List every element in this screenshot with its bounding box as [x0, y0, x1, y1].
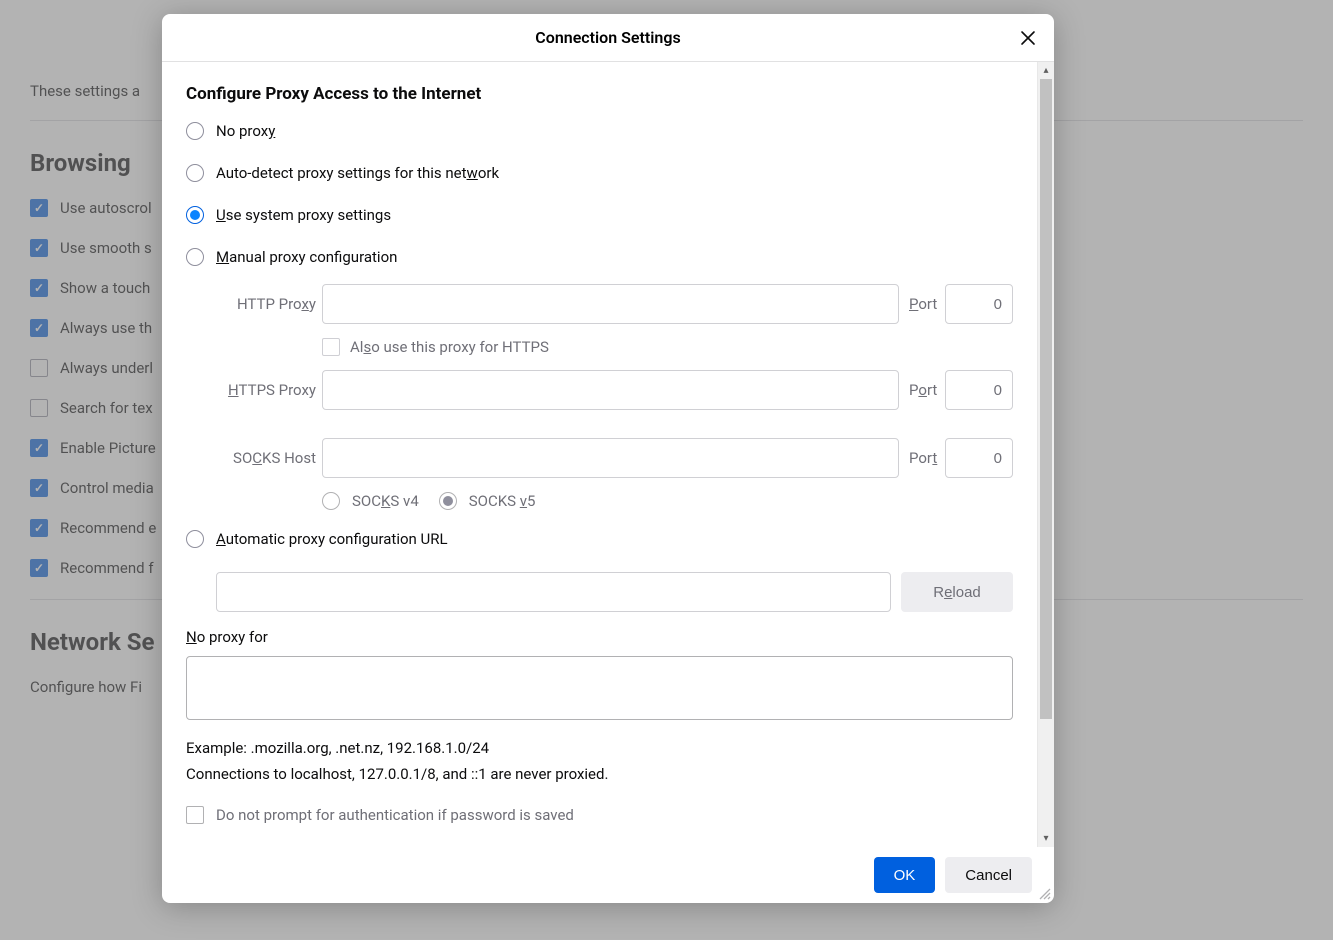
no-proxy-for-textarea[interactable]	[186, 656, 1013, 720]
radio-label: Auto-detect proxy settings for this netw…	[216, 164, 499, 182]
socks-port-label: Port	[905, 449, 939, 467]
vertical-scrollbar[interactable]: ▴ ▾	[1037, 62, 1054, 847]
scrollbar-thumb[interactable]	[1040, 79, 1052, 719]
scroll-down-arrow-icon[interactable]: ▾	[1038, 830, 1054, 847]
radio-icon	[186, 206, 204, 224]
do-not-prompt-label: Do not prompt for authentication if pass…	[216, 806, 574, 824]
manual-proxy-group: HTTP Proxy Port Also use this proxy for …	[216, 284, 1013, 510]
reload-button[interactable]: Reload	[901, 572, 1013, 612]
close-button[interactable]	[1014, 24, 1042, 52]
dialog-footer: OK Cancel	[162, 847, 1054, 903]
never-proxied-line: Connections to localhost, 127.0.0.1/8, a…	[186, 762, 1013, 788]
auto-config-url-input[interactable]	[216, 572, 891, 612]
section-heading: Configure Proxy Access to the Internet	[186, 84, 1013, 104]
http-proxy-row: HTTP Proxy Port	[216, 284, 1013, 324]
radio-icon	[186, 122, 204, 140]
radio-icon	[186, 530, 204, 548]
radio-no-proxy[interactable]: No proxy	[186, 122, 1013, 140]
scroll-up-arrow-icon[interactable]: ▴	[1038, 62, 1054, 79]
http-port-input[interactable]	[945, 284, 1013, 324]
radio-auto-detect[interactable]: Auto-detect proxy settings for this netw…	[186, 164, 1013, 182]
radio-icon	[186, 164, 204, 182]
dialog-header: Connection Settings	[162, 14, 1054, 62]
radio-socks-v4[interactable]: SOCKS v4	[322, 492, 419, 510]
socks-host-input[interactable]	[322, 438, 899, 478]
https-proxy-label: HTTPS Proxy	[216, 381, 316, 399]
https-proxy-row: HTTPS Proxy Port	[216, 370, 1013, 410]
close-icon	[1020, 30, 1036, 46]
ok-button[interactable]: OK	[874, 857, 936, 893]
radio-icon	[439, 492, 457, 510]
example-line: Example: .mozilla.org, .net.nz, 192.168.…	[186, 736, 1013, 762]
radio-icon	[322, 492, 340, 510]
resize-grip-icon[interactable]	[1037, 886, 1051, 900]
also-use-label: Also use this proxy for HTTPS	[350, 338, 549, 356]
radio-label: Manual proxy configuration	[216, 248, 397, 266]
cancel-button[interactable]: Cancel	[945, 857, 1032, 893]
do-not-prompt-row[interactable]: Do not prompt for authentication if pass…	[186, 805, 1013, 825]
checkbox-icon	[186, 806, 204, 824]
radio-label: Automatic proxy configuration URL	[216, 530, 448, 548]
https-port-input[interactable]	[945, 370, 1013, 410]
no-proxy-for-label: No proxy for	[186, 628, 1013, 646]
http-proxy-input[interactable]	[322, 284, 899, 324]
radio-label: SOCKS v5	[469, 492, 536, 510]
socks-host-label: SOCKS Host	[216, 449, 316, 467]
also-use-row[interactable]: Also use this proxy for HTTPS	[322, 338, 1013, 356]
https-port-label: Port	[905, 381, 939, 399]
http-port-label: Port	[905, 295, 939, 313]
radio-icon	[186, 248, 204, 266]
http-proxy-label: HTTP Proxy	[216, 295, 316, 313]
radio-label: Use system proxy settings	[216, 206, 391, 224]
https-proxy-input[interactable]	[322, 370, 899, 410]
socks-host-row: SOCKS Host Port	[216, 438, 1013, 478]
radio-auto-config-url[interactable]: Automatic proxy configuration URL	[186, 530, 1013, 548]
checkbox-icon	[322, 338, 340, 356]
auto-config-url-row: Reload	[216, 572, 1013, 612]
radio-system-proxy[interactable]: Use system proxy settings	[186, 206, 1013, 224]
radio-label: No proxy	[216, 122, 275, 140]
dialog-body: Configure Proxy Access to the Internet N…	[162, 62, 1037, 847]
socks-port-input[interactable]	[945, 438, 1013, 478]
example-text: Example: .mozilla.org, .net.nz, 192.168.…	[186, 736, 1013, 787]
radio-socks-v5[interactable]: SOCKS v5	[439, 492, 536, 510]
radio-label: SOCKS v4	[352, 492, 419, 510]
socks-version-row: SOCKS v4 SOCKS v5	[322, 492, 1013, 510]
dialog-title: Connection Settings	[535, 28, 680, 47]
connection-settings-dialog: Connection Settings Configure Proxy Acce…	[162, 14, 1054, 903]
radio-manual-proxy[interactable]: Manual proxy configuration	[186, 248, 1013, 266]
